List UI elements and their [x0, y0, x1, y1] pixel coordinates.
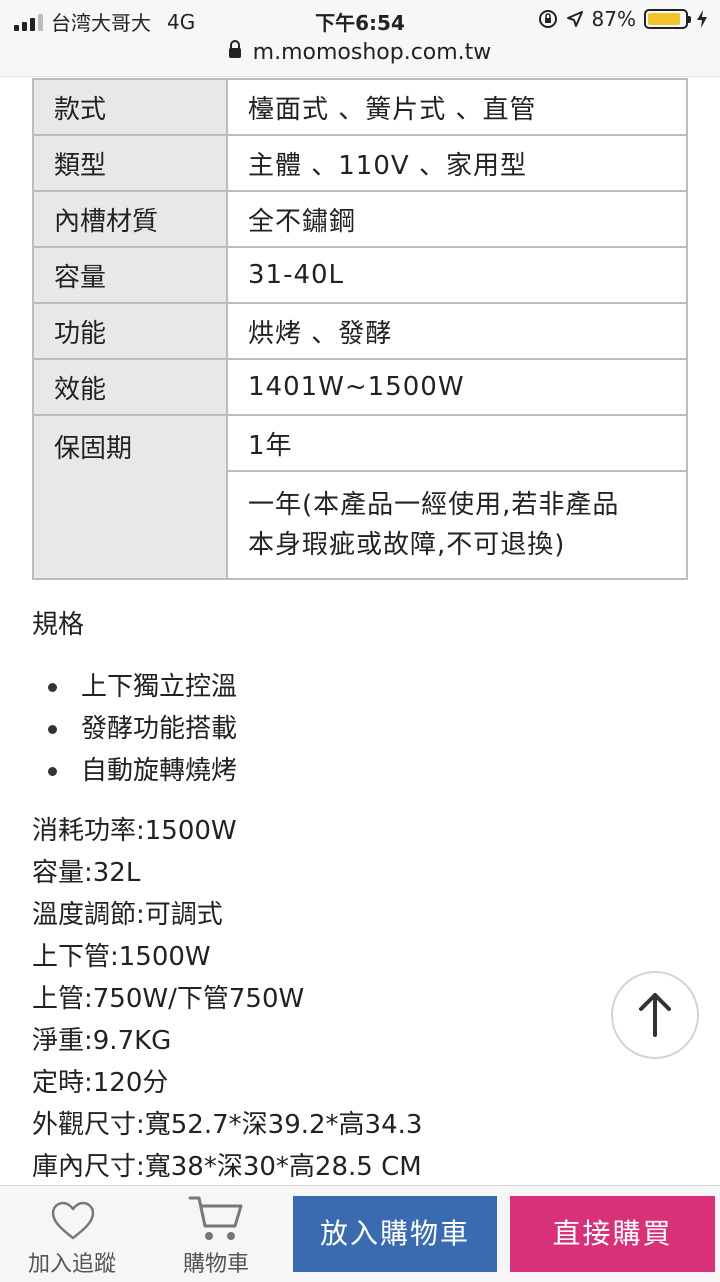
url-bar[interactable]: m.momoshop.com.tw: [0, 40, 720, 77]
spec-line: 容量:32L: [32, 858, 141, 888]
spec-label: 款式: [32, 78, 228, 136]
bottom-action-bar: 加入追蹤 購物車 放入購物車 直接購買: [0, 1185, 720, 1282]
battery-percent: 87%: [591, 7, 636, 31]
spec-line: 上管:750W/下管750W: [32, 984, 305, 1014]
add-to-cart-button[interactable]: 放入購物車: [293, 1196, 497, 1272]
table-row: 款式 檯面式 、簧片式 、直管: [32, 78, 688, 136]
cart-label: 購物車: [182, 1252, 249, 1277]
spec-value: 烘烤 、發酵: [226, 302, 688, 360]
section-title: 規格: [32, 610, 85, 640]
add-to-tracking-button[interactable]: 加入追蹤: [17, 1186, 127, 1282]
lock-icon: [228, 40, 241, 58]
table-row: 保固期 1年: [32, 414, 688, 580]
feature-list: 上下獨立控溫 發酵功能搭載 自動旋轉燒烤: [48, 666, 237, 792]
table-row: 類型 主體 、110V 、家用型: [32, 134, 688, 192]
location-icon: [566, 11, 583, 27]
table-row: 內槽材質 全不鏽鋼: [32, 190, 688, 248]
spec-line: 淨重:9.7KG: [32, 1026, 172, 1056]
spec-lines: 消耗功率:1500W 容量:32L 溫度調節:可調式 上下管:1500W 上管:…: [32, 810, 422, 1188]
spec-value: 主體 、110V 、家用型: [226, 134, 688, 192]
list-item: 自動旋轉燒烤: [48, 750, 237, 792]
spec-value: 檯面式 、簧片式 、直管: [226, 78, 688, 136]
spec-value: 31-40L: [226, 246, 688, 304]
bullet-icon: [48, 724, 57, 734]
spec-label: 內槽材質: [32, 190, 228, 248]
warranty-note: 一年(本產品一經使用,若非產品 本身瑕疵或故障,不可退換): [226, 470, 688, 580]
spec-label: 保固期: [32, 414, 228, 580]
list-item-text: 發酵功能搭載: [81, 714, 238, 744]
spec-line: 外觀尺寸:寬52.7*深39.2*高34.3: [32, 1110, 423, 1140]
url-text: m.momoshop.com.tw: [252, 40, 492, 65]
spec-line: 定時:120分: [32, 1068, 169, 1098]
spec-table: 款式 檯面式 、簧片式 、直管 類型 主體 、110V 、家用型 內槽材質 全不…: [32, 78, 688, 580]
bullet-icon: [48, 766, 57, 776]
spec-line: 消耗功率:1500W: [32, 816, 237, 846]
spec-line: 上下管:1500W: [32, 942, 211, 972]
warranty-note-line: 一年(本產品一經使用,若非產品: [248, 490, 620, 520]
status-bar: 台湾大哥大 4G 下午6:54 87%: [0, 0, 720, 40]
table-row: 功能 烘烤 、發酵: [32, 302, 688, 360]
spec-label: 功能: [32, 302, 228, 360]
heart-icon: [51, 1201, 95, 1240]
spec-line: 溫度調節:可調式: [32, 900, 223, 930]
charging-icon: [697, 10, 707, 28]
warranty-note-line: 本身瑕疵或故障,不可退換): [248, 530, 566, 560]
table-row: 效能 1401W~1500W: [32, 358, 688, 416]
list-item: 發酵功能搭載: [48, 708, 237, 750]
spec-value: 1401W~1500W: [226, 358, 688, 416]
status-right: 87%: [538, 7, 708, 31]
spec-value: 全不鏽鋼: [226, 190, 688, 248]
cart-icon: [188, 1196, 243, 1240]
bullet-icon: [48, 682, 57, 692]
add-to-tracking-label: 加入追蹤: [27, 1252, 116, 1277]
table-row: 容量 31-40L: [32, 246, 688, 304]
arrow-up-icon: [639, 993, 671, 1037]
list-item-text: 上下獨立控溫: [81, 672, 238, 702]
spec-line: 庫內尺寸:寬38*深30*高28.5 CM: [32, 1152, 422, 1182]
cart-button[interactable]: 購物車: [161, 1186, 271, 1282]
spec-value: 1年: [226, 414, 688, 472]
spec-label: 效能: [32, 358, 228, 416]
spec-label: 類型: [32, 134, 228, 192]
spec-label: 容量: [32, 246, 228, 304]
buy-now-button[interactable]: 直接購買: [510, 1196, 715, 1272]
orientation-lock-icon: [538, 10, 557, 28]
scroll-to-top-button[interactable]: [611, 971, 699, 1059]
list-item: 上下獨立控溫: [48, 666, 237, 708]
list-item-text: 自動旋轉燒烤: [81, 756, 238, 786]
battery-icon: [644, 9, 691, 29]
